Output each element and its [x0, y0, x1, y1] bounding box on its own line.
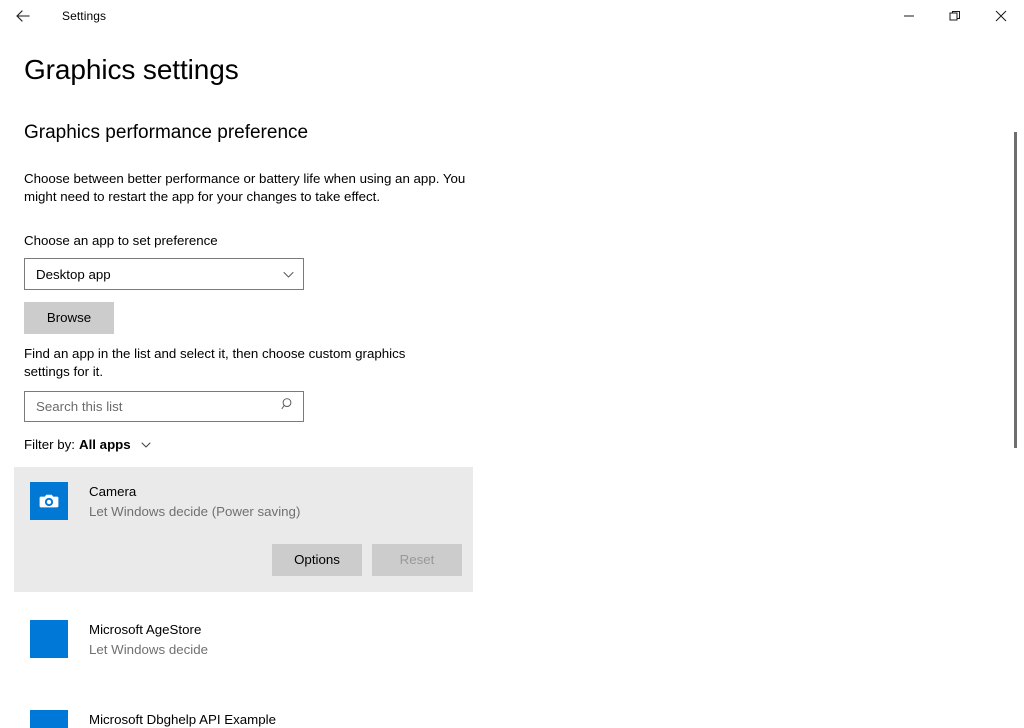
filter-by-value: All apps [79, 437, 131, 452]
settings-content: Graphics settings Graphics performance p… [0, 32, 1008, 728]
search-button[interactable] [273, 392, 303, 421]
minimize-button[interactable] [886, 0, 932, 32]
close-icon [995, 10, 1007, 22]
search-icon [281, 397, 295, 416]
list-item[interactable]: Microsoft AgeStore Let Windows decide [14, 620, 473, 682]
title-bar-drag-region [106, 0, 886, 32]
app-list: Camera Let Windows decide (Power saving)… [14, 467, 473, 728]
back-arrow-icon [15, 8, 31, 24]
window-controls [886, 0, 1024, 32]
title-bar: Settings [0, 0, 1024, 32]
app-name: Camera [89, 483, 300, 501]
app-item-text: Microsoft AgeStore Let Windows decide [89, 620, 208, 660]
app-item-text: Microsoft Dbghelp API Example Let Window… [89, 710, 276, 728]
back-button[interactable] [0, 0, 46, 32]
scrollbar-thumb[interactable] [1014, 132, 1017, 448]
window-title: Settings [46, 0, 106, 32]
filter-by-label: Filter by: [24, 437, 75, 452]
chevron-down-icon [282, 268, 295, 281]
options-button[interactable]: Options [272, 544, 362, 576]
reset-button: Reset [372, 544, 462, 576]
app-item-actions: Options Reset [272, 544, 462, 576]
restore-icon [949, 10, 961, 22]
app-chooser-label: Choose an app to set preference [24, 233, 218, 248]
vertical-scrollbar[interactable] [1008, 32, 1024, 728]
app-item-text: Camera Let Windows decide (Power saving) [89, 482, 300, 522]
minimize-icon [903, 10, 915, 22]
app-item-header: Microsoft Dbghelp API Example Let Window… [14, 710, 473, 728]
filter-by-control[interactable]: Filter by: All apps [24, 437, 152, 452]
app-tile-icon [30, 620, 68, 658]
app-type-dropdown[interactable]: Desktop app [24, 258, 304, 290]
app-type-dropdown-value: Desktop app [36, 267, 282, 282]
app-status: Let Windows decide (Power saving) [89, 502, 300, 522]
camera-icon [30, 482, 68, 520]
section-description: Choose between better performance or bat… [24, 170, 484, 206]
app-name: Microsoft AgeStore [89, 621, 208, 639]
section-heading: Graphics performance preference [24, 122, 308, 144]
restore-button[interactable] [932, 0, 978, 32]
app-item-header: Microsoft AgeStore Let Windows decide [14, 620, 473, 660]
search-box[interactable] [24, 391, 304, 422]
app-list-hint: Find an app in the list and select it, t… [24, 345, 444, 381]
search-input[interactable] [25, 392, 273, 421]
app-item-header: Camera Let Windows decide (Power saving) [14, 467, 473, 522]
close-button[interactable] [978, 0, 1024, 32]
app-name: Microsoft Dbghelp API Example [89, 711, 276, 728]
list-item[interactable]: Camera Let Windows decide (Power saving)… [14, 467, 473, 592]
page-title: Graphics settings [24, 54, 239, 86]
app-status: Let Windows decide [89, 640, 208, 660]
chevron-down-icon [140, 439, 152, 451]
list-item[interactable]: Microsoft Dbghelp API Example Let Window… [14, 710, 473, 728]
browse-button[interactable]: Browse [24, 302, 114, 334]
app-tile-icon [30, 710, 68, 728]
